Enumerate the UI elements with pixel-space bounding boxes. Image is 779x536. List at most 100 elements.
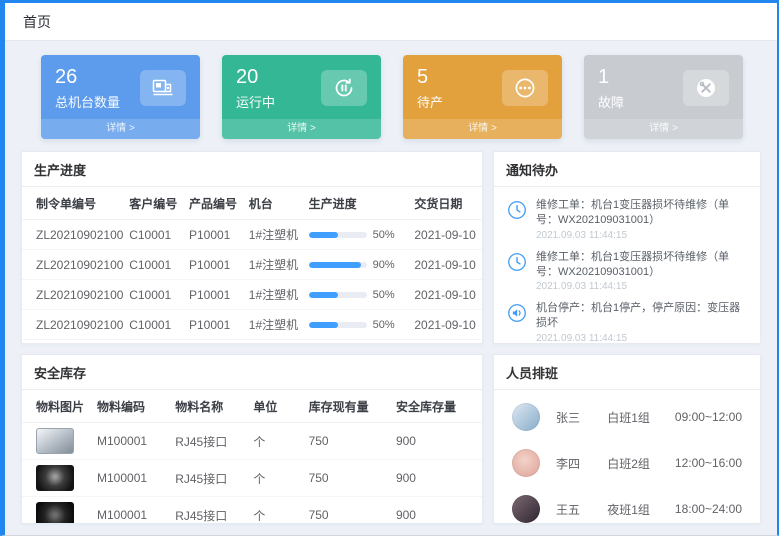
notification-icon: [506, 199, 528, 221]
stat-card[interactable]: 1 故障: [584, 55, 743, 139]
column-header: 交货日期: [408, 187, 482, 220]
product-no: P10001: [183, 220, 243, 250]
stat-icon-box: [683, 70, 729, 106]
progress-value: 50%: [373, 289, 395, 301]
material-code: M100001: [91, 460, 169, 497]
progress-bar: 50%: [309, 319, 403, 331]
column-header: 库存现有量: [303, 390, 390, 423]
staff-row: 王五 夜班1组 18:00~24:00: [494, 486, 760, 524]
stat-value: 1: [598, 66, 624, 89]
material-unit: 个: [247, 423, 302, 460]
progress-value: 50%: [373, 229, 395, 241]
order-no: ZL202109021001: [22, 220, 123, 250]
notifications-panel-title: 通知待办: [494, 152, 760, 187]
column-header: 客户编号: [123, 187, 183, 220]
stat-icon-box: [140, 70, 186, 106]
progress-track: [309, 232, 367, 238]
staff-panel: 人员排班 张三 白班1组 09:00~12:00 李四 白班2组 12:00~1…: [493, 354, 761, 524]
material-image-cell: [22, 497, 91, 525]
stat-label: 故障: [598, 92, 624, 111]
avatar: [512, 403, 540, 431]
column-header: 生产进度: [303, 187, 409, 220]
production-panel-title: 生产进度: [22, 152, 482, 187]
stat-card-main: 20 运行中: [222, 55, 381, 119]
stat-card[interactable]: 20 运行中: [222, 55, 381, 139]
production-table-row: ZL202109021001 C10001 P10001 1#注塑机 90% 2…: [22, 250, 482, 280]
column-header: 产品编号: [183, 187, 243, 220]
column-header: 制令单编号: [22, 187, 123, 220]
customer-no: C10001: [123, 310, 183, 340]
product-no: P10001: [183, 310, 243, 340]
staff-time: 18:00~24:00: [675, 502, 742, 516]
stock-quantity: 750: [303, 423, 390, 460]
material-image: [36, 465, 74, 491]
notification-item[interactable]: 维修工单：机台1变压器损坏待维修（单号：WX202109031001） 2021…: [506, 245, 748, 297]
inventory-table-row: M100001 RJ45接口 个 750 900: [22, 423, 482, 460]
stat-card-main: 1 故障: [584, 55, 743, 119]
production-table-body: ZL202109021001 C10001 P10001 1#注塑机 50% 2…: [22, 220, 482, 345]
stat-card-text: 20 运行中: [236, 66, 275, 111]
inventory-header-row: 物料图片 物料编码 物料名称 单位 库存现有量 安全库存量: [22, 390, 482, 423]
delivery-date: 2021-09-10: [408, 250, 482, 280]
column-header: 安全库存量: [390, 390, 482, 423]
column-header: 单位: [247, 390, 302, 423]
notifications-panel: 通知待办 维修工单：机台1变压器损坏待维修（单号：WX202109031001）…: [493, 151, 761, 344]
notification-text: 维修工单：机台1变压器损坏待维修（单号：WX202109031001）: [536, 198, 748, 228]
avatar: [512, 495, 540, 523]
speaker-icon: [506, 302, 528, 324]
card-detail-link[interactable]: 详情 >: [41, 119, 200, 139]
progress-bar: 50%: [309, 229, 403, 241]
machine-name: 1#注塑机: [243, 340, 303, 345]
card-detail-link[interactable]: 详情 >: [403, 119, 562, 139]
clock-icon: [506, 199, 528, 221]
card-detail-link[interactable]: 详情 >: [222, 119, 381, 139]
notification-item[interactable]: 维修工单：机台1变压器损坏待维修（单号：WX202109031001） 2021…: [506, 193, 748, 245]
inventory-table-row: M100001 RJ45接口 个 750 900: [22, 497, 482, 525]
running-icon: [332, 76, 356, 100]
safety-quantity: 900: [390, 497, 482, 525]
tools-icon: [694, 76, 718, 100]
progress-cell: 50%: [303, 340, 409, 345]
staff-shift: 夜班1组: [607, 501, 675, 518]
production-panel: 生产进度 制令单编号 客户编号 产品编号 机台 生产进度 交货日期 ZL2021…: [21, 151, 483, 344]
material-image: [36, 502, 74, 524]
staff-time: 12:00~16:00: [675, 456, 742, 470]
staff-name: 张三: [556, 409, 607, 426]
stat-card[interactable]: 5 待产: [403, 55, 562, 139]
progress-fill: [309, 322, 338, 328]
staff-name: 李四: [556, 455, 607, 472]
title-bar: 首页: [5, 3, 777, 41]
product-no: P10001: [183, 340, 243, 345]
stat-label: 待产: [417, 92, 443, 111]
notification-icon: [506, 251, 528, 273]
stat-card[interactable]: 26 总机台数量: [41, 55, 200, 139]
column-header: 机台: [243, 187, 303, 220]
stat-card-text: 5 待产: [417, 66, 443, 111]
stat-label: 运行中: [236, 92, 275, 111]
product-no: P10001: [183, 280, 243, 310]
material-image-cell: [22, 460, 91, 497]
material-name: RJ45接口: [169, 423, 247, 460]
delivery-date: 2021-09-10: [408, 280, 482, 310]
dashboard-grid: 生产进度 制令单编号 客户编号 产品编号 机台 生产进度 交货日期 ZL2021…: [5, 151, 777, 524]
notification-body: 维修工单：机台1变压器损坏待维修（单号：WX202109031001） 2021…: [536, 250, 748, 293]
order-no: ZL202109021001: [22, 340, 123, 345]
machine-name: 1#注塑机: [243, 310, 303, 340]
column-header: 物料图片: [22, 390, 91, 423]
production-table-row: ZL202109021001 C10001 P10001 1#注塑机 50% 2…: [22, 310, 482, 340]
inventory-table: 物料图片 物料编码 物料名称 单位 库存现有量 安全库存量 M100001 RJ…: [22, 390, 482, 524]
customer-no: C10001: [123, 250, 183, 280]
customer-no: C10001: [123, 340, 183, 345]
delivery-date: 2021-09-10: [408, 340, 482, 345]
machine-name: 1#注塑机: [243, 250, 303, 280]
material-unit: 个: [247, 460, 302, 497]
notification-time: 2021.09.03 11:44:15: [536, 281, 748, 292]
card-detail-link[interactable]: 详情 >: [584, 119, 743, 139]
material-code: M100001: [91, 423, 169, 460]
stat-icon-box: [321, 70, 367, 106]
notification-item[interactable]: 机台停产：机台1停产，停产原因：变压器损坏 2021.09.03 11:44:1…: [506, 296, 748, 344]
column-header: 物料编码: [91, 390, 169, 423]
progress-bar: 50%: [309, 289, 403, 301]
progress-value: 90%: [373, 259, 395, 271]
delivery-date: 2021-09-10: [408, 310, 482, 340]
